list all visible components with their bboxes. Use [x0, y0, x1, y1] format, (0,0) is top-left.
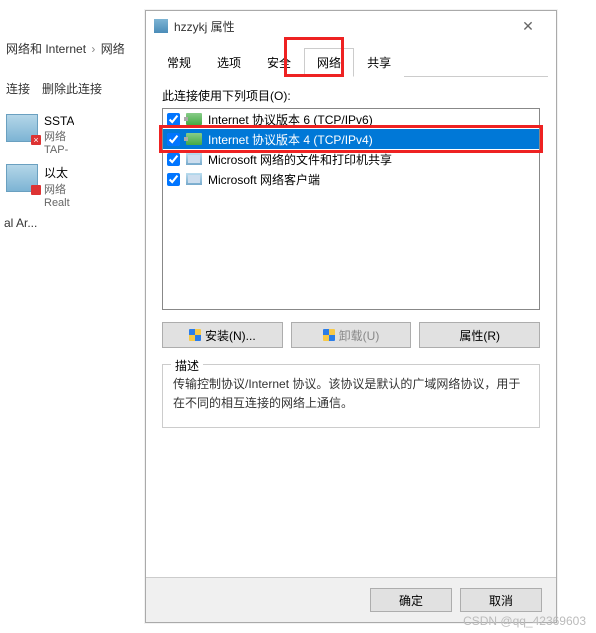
diagnose-link[interactable]: 连接: [6, 80, 30, 104]
titlebar: hzzykj 属性 ✕: [146, 11, 556, 41]
item-label: Microsoft 网络的文件和打印机共享: [208, 151, 392, 168]
connection-sub: 网络: [44, 128, 74, 144]
protocol-list[interactable]: Internet 协议版本 6 (TCP/IPv6) Internet 协议版本…: [162, 108, 540, 310]
list-item[interactable]: Microsoft 网络客户端: [163, 169, 539, 189]
item-label: Internet 协议版本 6 (TCP/IPv6): [208, 111, 373, 128]
breadcrumb-seg[interactable]: 网络和 Internet: [6, 40, 86, 57]
protocol-icon: [186, 113, 202, 125]
connection-item[interactable]: 以太 网络 Realt: [0, 160, 150, 213]
button-row: 安装(N)... 卸载(U) 属性(R): [162, 322, 540, 348]
item-checkbox[interactable]: [167, 133, 180, 146]
shield-icon: [323, 329, 335, 341]
toolbar: 连接 删除此连接: [0, 80, 150, 104]
list-label: 此连接使用下列项目(O):: [162, 87, 540, 104]
protocol-icon: [186, 173, 202, 185]
tab-sharing[interactable]: 共享: [354, 48, 404, 77]
list-item[interactable]: Internet 协议版本 4 (TCP/IPv4): [163, 129, 539, 149]
delete-link[interactable]: 删除此连接: [42, 80, 102, 104]
connection-name: SSTA: [44, 114, 74, 128]
list-item[interactable]: Internet 协议版本 6 (TCP/IPv6): [163, 109, 539, 129]
properties-button[interactable]: 属性(R): [419, 322, 540, 348]
description-group: 描述 传输控制协议/Internet 协议。该协议是默认的广域网络协议，用于在不…: [162, 364, 540, 428]
description-legend: 描述: [171, 357, 203, 374]
list-item[interactable]: Microsoft 网络的文件和打印机共享: [163, 149, 539, 169]
protocol-icon: [186, 153, 202, 165]
connection-sub: TAP-: [44, 144, 74, 156]
tab-options[interactable]: 选项: [204, 48, 254, 77]
connection-name: 以太: [44, 164, 70, 181]
ok-button[interactable]: 确定: [370, 588, 452, 612]
item-checkbox[interactable]: [167, 173, 180, 186]
breadcrumb: 网络和 Internet › 网络: [0, 36, 150, 61]
chevron-right-icon: ›: [89, 42, 97, 56]
tab-security[interactable]: 安全: [254, 48, 304, 77]
protocol-icon: [186, 133, 202, 145]
description-text: 传输控制协议/Internet 协议。该协议是默认的广域网络协议，用于在不同的相…: [173, 375, 529, 413]
tab-general[interactable]: 常规: [154, 48, 204, 77]
connection-list: SSTA 网络 TAP- 以太 网络 Realt: [0, 110, 150, 213]
close-icon[interactable]: ✕: [508, 18, 548, 35]
group-label: al Ar...: [0, 216, 37, 230]
watermark: CSDN @qq_42369603: [463, 614, 586, 628]
app-icon: [154, 19, 168, 33]
item-checkbox[interactable]: [167, 153, 180, 166]
tab-content: 此连接使用下列项目(O): Internet 协议版本 6 (TCP/IPv6)…: [146, 77, 556, 577]
tab-network[interactable]: 网络: [304, 48, 354, 77]
install-button[interactable]: 安装(N)...: [162, 322, 283, 348]
properties-dialog: hzzykj 属性 ✕ 常规 选项 安全 网络 共享 此连接使用下列项目(O):…: [145, 10, 557, 623]
connection-sub: Realt: [44, 197, 70, 209]
network-adapter-icon: [6, 164, 38, 192]
shield-icon: [189, 329, 201, 341]
connection-item[interactable]: SSTA 网络 TAP-: [0, 110, 150, 160]
item-label: Microsoft 网络客户端: [208, 171, 320, 188]
network-adapter-icon: [6, 114, 38, 142]
item-label: Internet 协议版本 4 (TCP/IPv4): [208, 131, 373, 148]
uninstall-button[interactable]: 卸载(U): [291, 322, 412, 348]
breadcrumb-seg[interactable]: 网络: [101, 40, 125, 57]
connection-sub: 网络: [44, 181, 70, 197]
item-checkbox[interactable]: [167, 113, 180, 126]
cancel-button[interactable]: 取消: [460, 588, 542, 612]
dialog-title: hzzykj 属性: [174, 18, 508, 35]
tab-bar: 常规 选项 安全 网络 共享: [154, 47, 548, 77]
